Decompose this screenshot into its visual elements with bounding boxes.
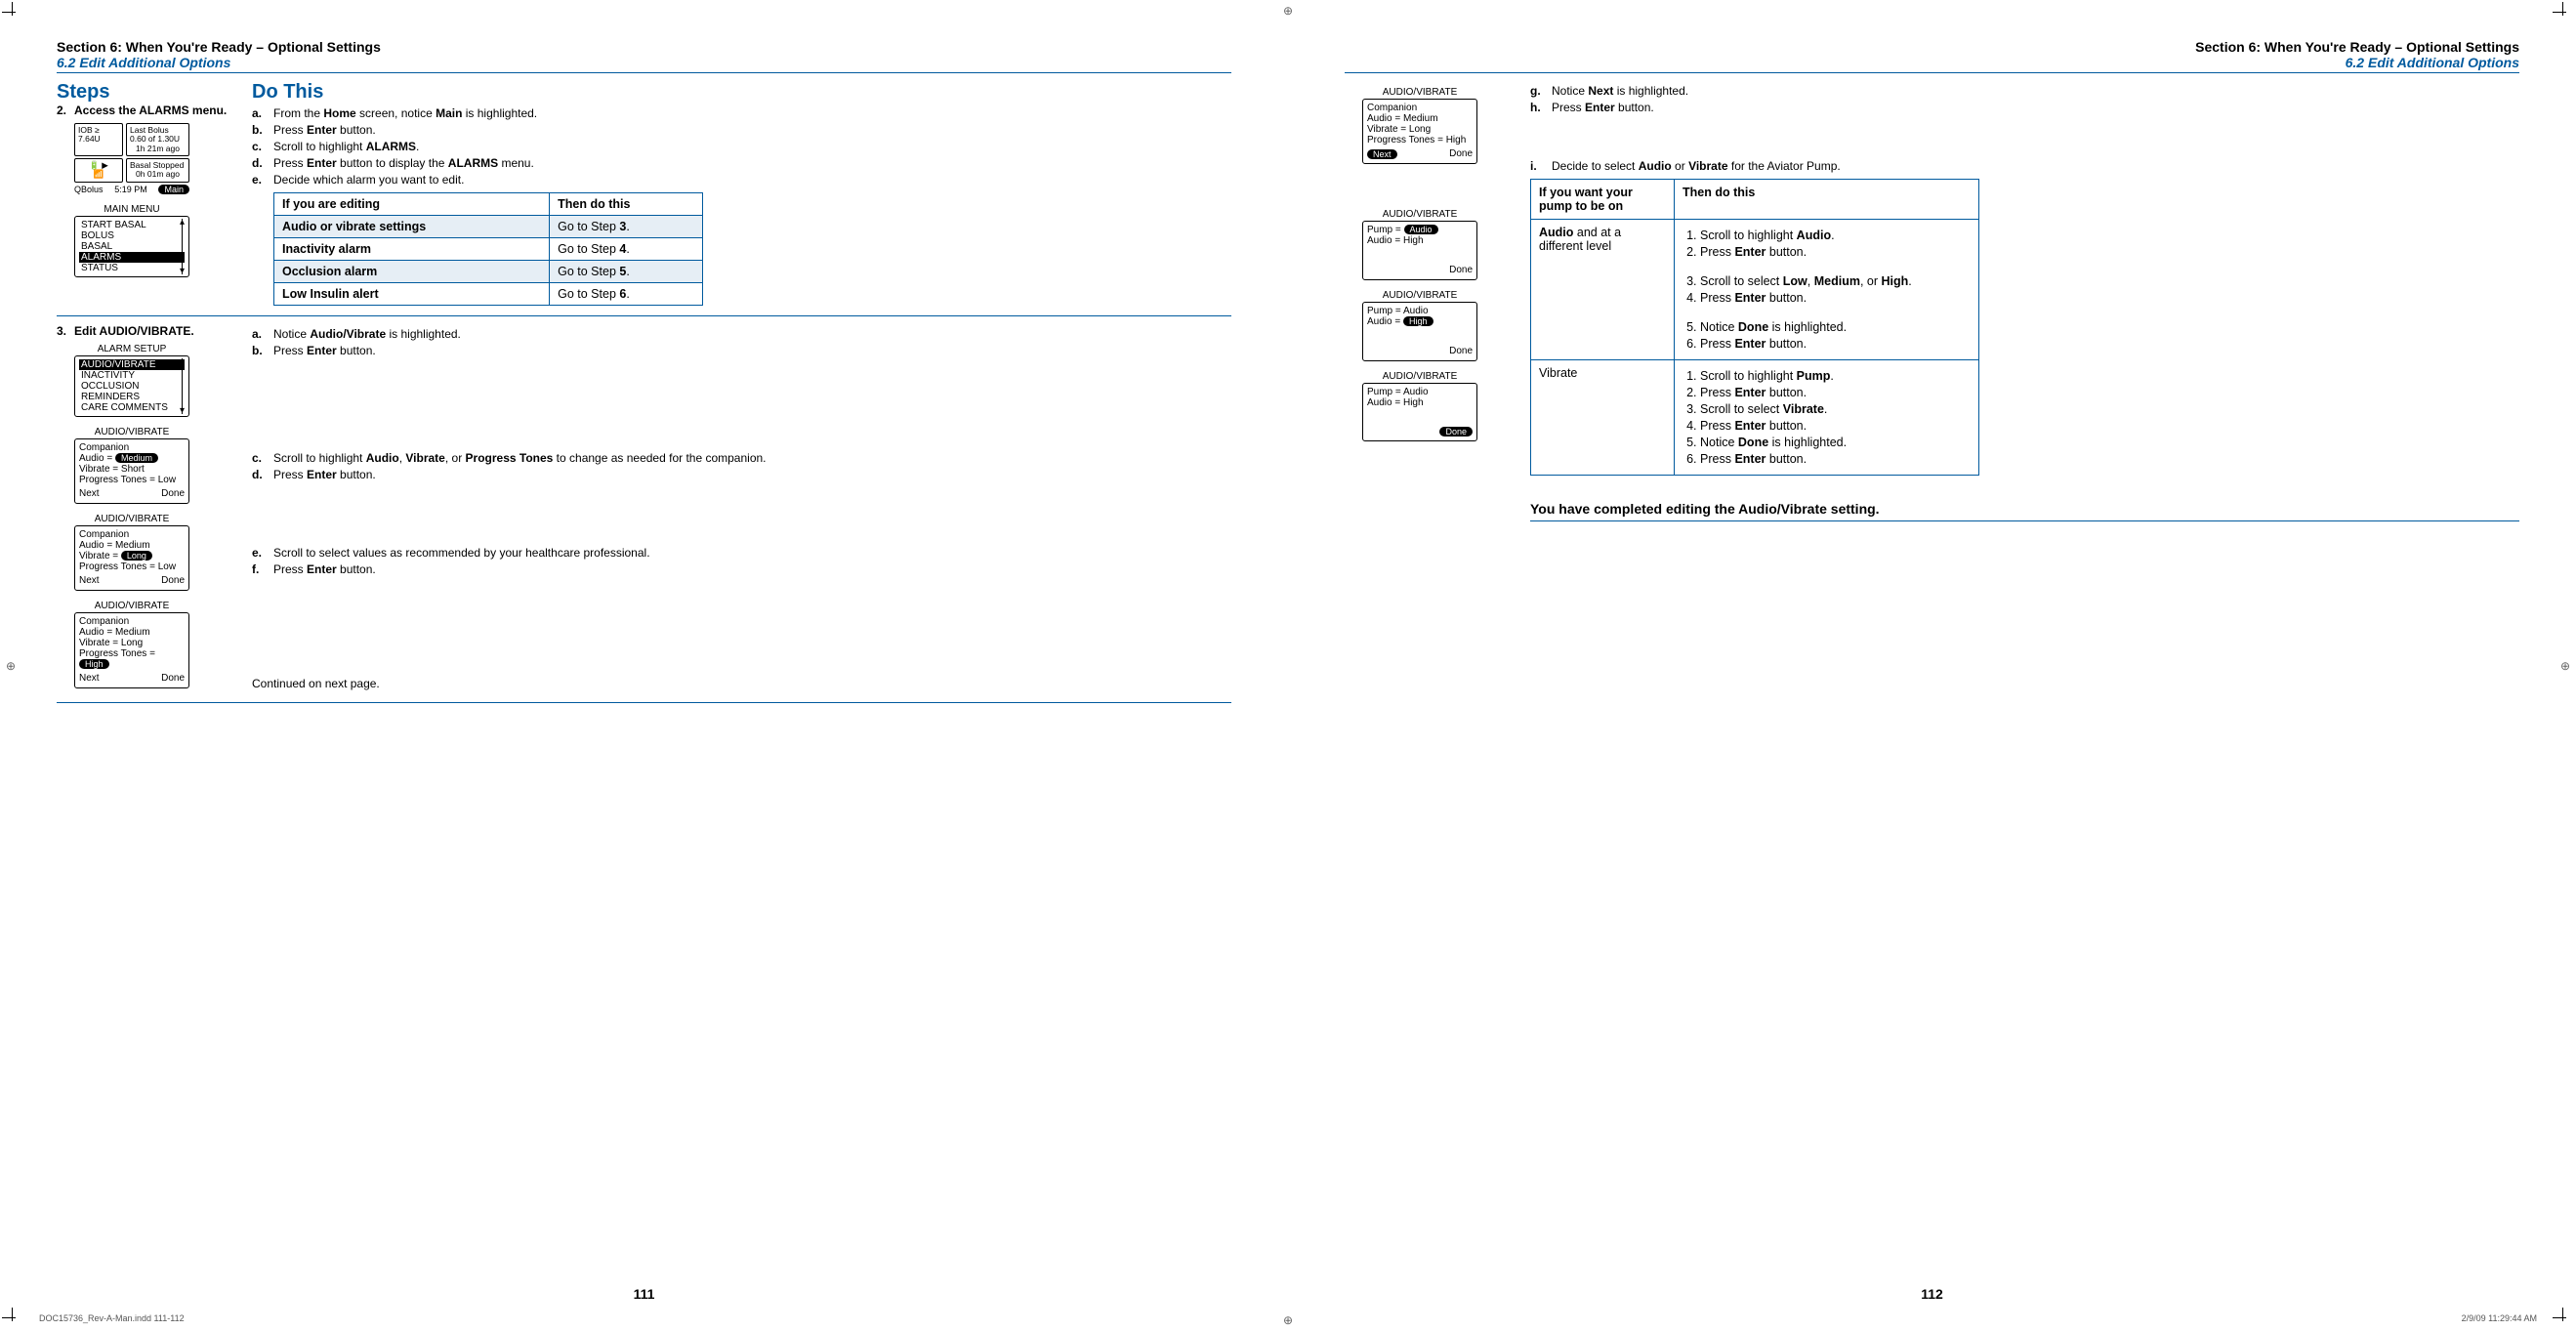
page-left: Section 6: When You're Ready – Optional …	[0, 0, 1288, 1331]
step2-item-d: d.Press Enter button to display the ALAR…	[252, 156, 1231, 170]
bottom-rule	[57, 702, 1231, 703]
table-row: Vibrate Scroll to highlight Pump.Press E…	[1531, 360, 1979, 476]
step3-item-e: e.Scroll to select values as recommended…	[252, 546, 1231, 560]
table-row: Occlusion alarmGo to Step 5.	[274, 261, 703, 283]
step-2-label: 2. Access the ALARMS menu.	[57, 104, 252, 117]
table-header: Then do this	[550, 193, 703, 216]
device-screen-main-menu: MAIN MENU START BASALBOLUSBASALALARMSSTA…	[74, 204, 189, 277]
table-header: Then do this	[1675, 180, 1979, 220]
step3-item-d: d.Press Enter button.	[252, 468, 1231, 481]
device-screen-r3: AUDIO/VIBRATE Pump = AudioAudio = HighDo…	[1362, 290, 1477, 361]
subsection-header: 6.2 Edit Additional Options	[57, 55, 1231, 70]
step2-item-b: b.Press Enter button.	[252, 123, 1231, 137]
section-header: Section 6: When You're Ready – Optional …	[1345, 39, 2519, 55]
audio-vibrate-table: If you want your pump to be on Then do t…	[1530, 179, 1979, 476]
device-screen-av1: AUDIO/VIBRATE CompanionAudio = MediumVib…	[74, 427, 189, 504]
slug-left: DOC15736_Rev-A-Man.indd 111-112	[39, 1313, 185, 1323]
step-h: h.Press Enter button.	[1530, 101, 2519, 114]
device-screen-r2: AUDIO/VIBRATE Pump = AudioAudio = HighDo…	[1362, 209, 1477, 280]
table-row: Audio and at a different level Scroll to…	[1531, 220, 1979, 360]
table-header: If you are editing	[274, 193, 550, 216]
device-screen-alarm-setup: ALARM SETUP AUDIO/VIBRATEINACTIVITYOCCLU…	[74, 344, 189, 417]
completed-note: You have completed editing the Audio/Vib…	[1530, 501, 2519, 517]
device-screen-r1: AUDIO/VIBRATE CompanionAudio = MediumVib…	[1362, 87, 1477, 164]
step-2-title: Access the ALARMS menu.	[74, 104, 227, 117]
slug-right: 2/9/09 11:29:44 AM	[2462, 1313, 2537, 1323]
table-row: Low Insulin alertGo to Step 6.	[274, 283, 703, 306]
table-header: If you want your pump to be on	[1531, 180, 1675, 220]
step-3-title: Edit AUDIO/VIBRATE.	[74, 324, 194, 338]
section-header: Section 6: When You're Ready – Optional …	[57, 39, 1231, 55]
device-screen-av3: AUDIO/VIBRATE CompanionAudio = MediumVib…	[74, 601, 189, 688]
step3-item-b: b.Press Enter button.	[252, 344, 1231, 357]
table-row: Inactivity alarmGo to Step 4.	[274, 238, 703, 261]
step3-item-c: c.Scroll to highlight Audio, Vibrate, or…	[252, 451, 1231, 465]
table-row: Audio or vibrate settingsGo to Step 3.	[274, 216, 703, 238]
header-rule	[57, 72, 1231, 73]
continued-note: Continued on next page.	[252, 677, 1231, 690]
step2-decision-table: If you are editing Then do this Audio or…	[273, 192, 703, 306]
step3-item-a: a.Notice Audio/Vibrate is highlighted.	[252, 327, 1231, 341]
step3-item-f: f.Press Enter button.	[252, 562, 1231, 576]
subsection-header: 6.2 Edit Additional Options	[1345, 55, 2519, 70]
step2-item-e: e.Decide which alarm you want to edit.	[252, 173, 1231, 187]
step-g: g.Notice Next is highlighted.	[1530, 84, 2519, 98]
main-pill: Main	[158, 185, 189, 194]
header-rule	[1345, 72, 2519, 73]
page-right: Section 6: When You're Ready – Optional …	[1288, 0, 2576, 1331]
step-3-label: 3. Edit AUDIO/VIBRATE.	[57, 324, 252, 338]
page-number: 111	[0, 1286, 1288, 1302]
step2-item-c: c.Scroll to highlight ALARMS.	[252, 140, 1231, 153]
dothis-heading: Do This	[252, 81, 1231, 104]
steps-heading: Steps	[57, 81, 252, 104]
device-screen-av2: AUDIO/VIBRATE CompanionAudio = MediumVib…	[74, 514, 189, 591]
step-divider	[57, 315, 1231, 316]
device-screen-home: IOB ≥ 7.64U Last Bolus 0.60 of 1.30U 1h …	[74, 123, 189, 194]
device-screen-r4: AUDIO/VIBRATE Pump = AudioAudio = HighDo…	[1362, 371, 1477, 441]
completed-rule	[1530, 520, 2519, 521]
step-i: i. Decide to select Audio or Vibrate for…	[1530, 159, 2519, 173]
page-number: 112	[1288, 1286, 2576, 1302]
step2-item-a: a.From the Home screen, notice Main is h…	[252, 106, 1231, 120]
